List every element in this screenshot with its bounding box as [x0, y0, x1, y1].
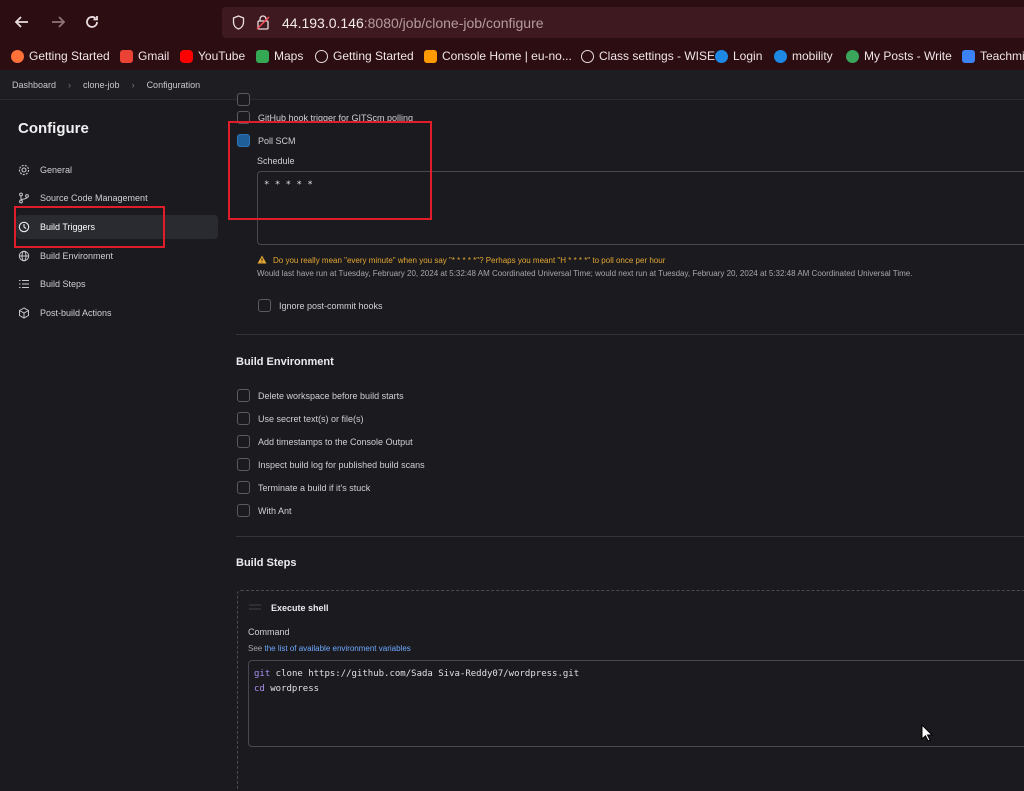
sidebar-item-label: Build Steps [40, 279, 86, 289]
breadcrumb-configuration[interactable]: Configuration [147, 80, 201, 90]
highlight-box-build-triggers [14, 206, 165, 248]
option-label: Delete workspace before build starts [258, 391, 404, 401]
env-vars-hint: See the list of available environment va… [248, 644, 411, 653]
checkbox-secret-text[interactable] [237, 412, 250, 425]
build-environment-title: Build Environment [236, 356, 334, 368]
maps-icon [256, 49, 269, 63]
youtube-icon [180, 49, 193, 63]
main-content: GitHub hook trigger for GITScm polling P… [222, 93, 1024, 791]
command-textarea[interactable]: git clone https://github.com/Sada Siva-R… [248, 660, 1024, 747]
bookmark-console-home[interactable]: Console Home | eu-no... [424, 48, 572, 64]
salesforce-cloud-icon [774, 49, 787, 63]
url-bar[interactable]: 44.193.0.146:8080/job/clone-job/configur… [222, 7, 1024, 38]
breadcrumb-dashboard[interactable]: Dashboard [12, 80, 56, 90]
back-button[interactable] [12, 12, 32, 32]
bookmark-login[interactable]: Login [715, 48, 762, 64]
option-label: Terminate a build if it's stuck [258, 483, 371, 493]
mouse-cursor-icon [921, 724, 933, 742]
browser-navbar: 44.193.0.146:8080/job/clone-job/configur… [0, 0, 1024, 44]
bookmarks-bar: Getting Started Gmail YouTube Maps Getti… [0, 44, 1024, 68]
ignore-hooks-label: Ignore post-commit hooks [279, 301, 383, 311]
aws-cube-icon [424, 49, 437, 63]
bookmark-mobility[interactable]: mobility [774, 48, 833, 64]
bookmark-my-posts[interactable]: My Posts - Write [846, 48, 952, 64]
globe-icon [315, 49, 328, 63]
highlight-box-poll-scm [228, 121, 432, 220]
breadcrumb: Dashboard › clone-job › Configuration [0, 70, 1024, 100]
option-label: Inspect build log for published build sc… [258, 460, 425, 470]
schedule-run-info: Would last have run at Tuesday, February… [257, 269, 913, 278]
browser-chrome: 44.193.0.146:8080/job/clone-job/configur… [0, 0, 1024, 70]
bookmark-youtube[interactable]: YouTube [180, 48, 245, 64]
sidebar-item-post-build-actions[interactable]: Post-build Actions [16, 301, 218, 325]
list-icon [19, 279, 29, 289]
option-label: Use secret text(s) or file(s) [258, 414, 364, 424]
build-steps-title: Build Steps [236, 557, 297, 569]
medium-icon [846, 49, 859, 63]
globe-icon [18, 250, 30, 262]
sidebar-item-label: Source Code Management [40, 193, 148, 203]
schedule-warning: Do you really mean "every minute" when y… [273, 256, 666, 265]
checkbox-delete-workspace[interactable] [237, 389, 250, 402]
checkbox-terminate-stuck[interactable] [237, 481, 250, 494]
bookmark-maps[interactable]: Maps [256, 48, 303, 64]
globe-icon [581, 49, 594, 63]
bookmark-teachmint[interactable]: Teachmi [962, 48, 1024, 64]
teachmint-icon [962, 49, 975, 63]
firefox-icon [11, 49, 24, 63]
execute-shell-step: Execute shell Command See the list of av… [237, 590, 1024, 791]
bookmark-gmail[interactable]: Gmail [120, 48, 169, 64]
chevron-right-icon: › [131, 79, 135, 90]
breadcrumb-job[interactable]: clone-job [83, 80, 120, 90]
bookmark-class-settings[interactable]: Class settings - WISE [581, 48, 715, 64]
forward-button[interactable] [48, 12, 68, 32]
execute-shell-title: Execute shell [271, 603, 329, 613]
url-text[interactable]: 44.193.0.146:8080/job/clone-job/configur… [282, 15, 544, 31]
sidebar-item-general[interactable]: General [16, 158, 218, 182]
option-label: With Ant [258, 506, 292, 516]
chevron-right-icon: › [68, 79, 72, 90]
grip-icon [249, 604, 261, 610]
arrow-right-icon [52, 16, 66, 28]
sidebar-item-label: General [40, 165, 73, 175]
command-line: git clone https://github.com/Sada Siva-R… [254, 669, 580, 679]
shield-icon[interactable] [232, 15, 245, 30]
checkbox-add-timestamps[interactable] [237, 435, 250, 448]
sidebar: Configure General Source Code Management… [0, 100, 222, 791]
sidebar-item-label: Build Environment [40, 251, 114, 261]
gear-icon [18, 164, 30, 176]
bookmark-getting-started-2[interactable]: Getting Started [315, 48, 414, 64]
checkbox-inspect-build-log[interactable] [237, 458, 250, 471]
lock-warning-icon[interactable] [256, 15, 270, 30]
option-label: Add timestamps to the Console Output [258, 437, 413, 447]
bookmark-getting-started[interactable]: Getting Started [11, 48, 110, 64]
branch-icon [19, 192, 29, 204]
command-label: Command [248, 627, 290, 637]
warning-triangle-icon [257, 255, 267, 264]
box-icon [19, 307, 29, 319]
command-line: cd wordpress [254, 684, 320, 694]
sidebar-title: Configure [18, 120, 89, 137]
checkbox-ignore-post-commit-hooks[interactable] [258, 299, 271, 312]
env-vars-link[interactable]: the list of available environment variab… [264, 644, 410, 653]
reload-icon [86, 16, 98, 28]
gmail-icon [120, 49, 133, 63]
arrow-left-icon [14, 16, 28, 28]
salesforce-cloud-icon [715, 49, 728, 63]
divider [236, 334, 1024, 335]
sidebar-item-label: Post-build Actions [40, 308, 112, 318]
checkbox-cutoff[interactable] [237, 93, 250, 106]
checkbox-with-ant[interactable] [237, 504, 250, 517]
drag-handle-icon[interactable] [248, 603, 262, 611]
reload-button[interactable] [82, 12, 102, 32]
sidebar-item-build-steps[interactable]: Build Steps [16, 272, 218, 296]
divider [236, 536, 1024, 537]
command-code: git clone https://github.com/Sada Siva-R… [254, 667, 579, 697]
